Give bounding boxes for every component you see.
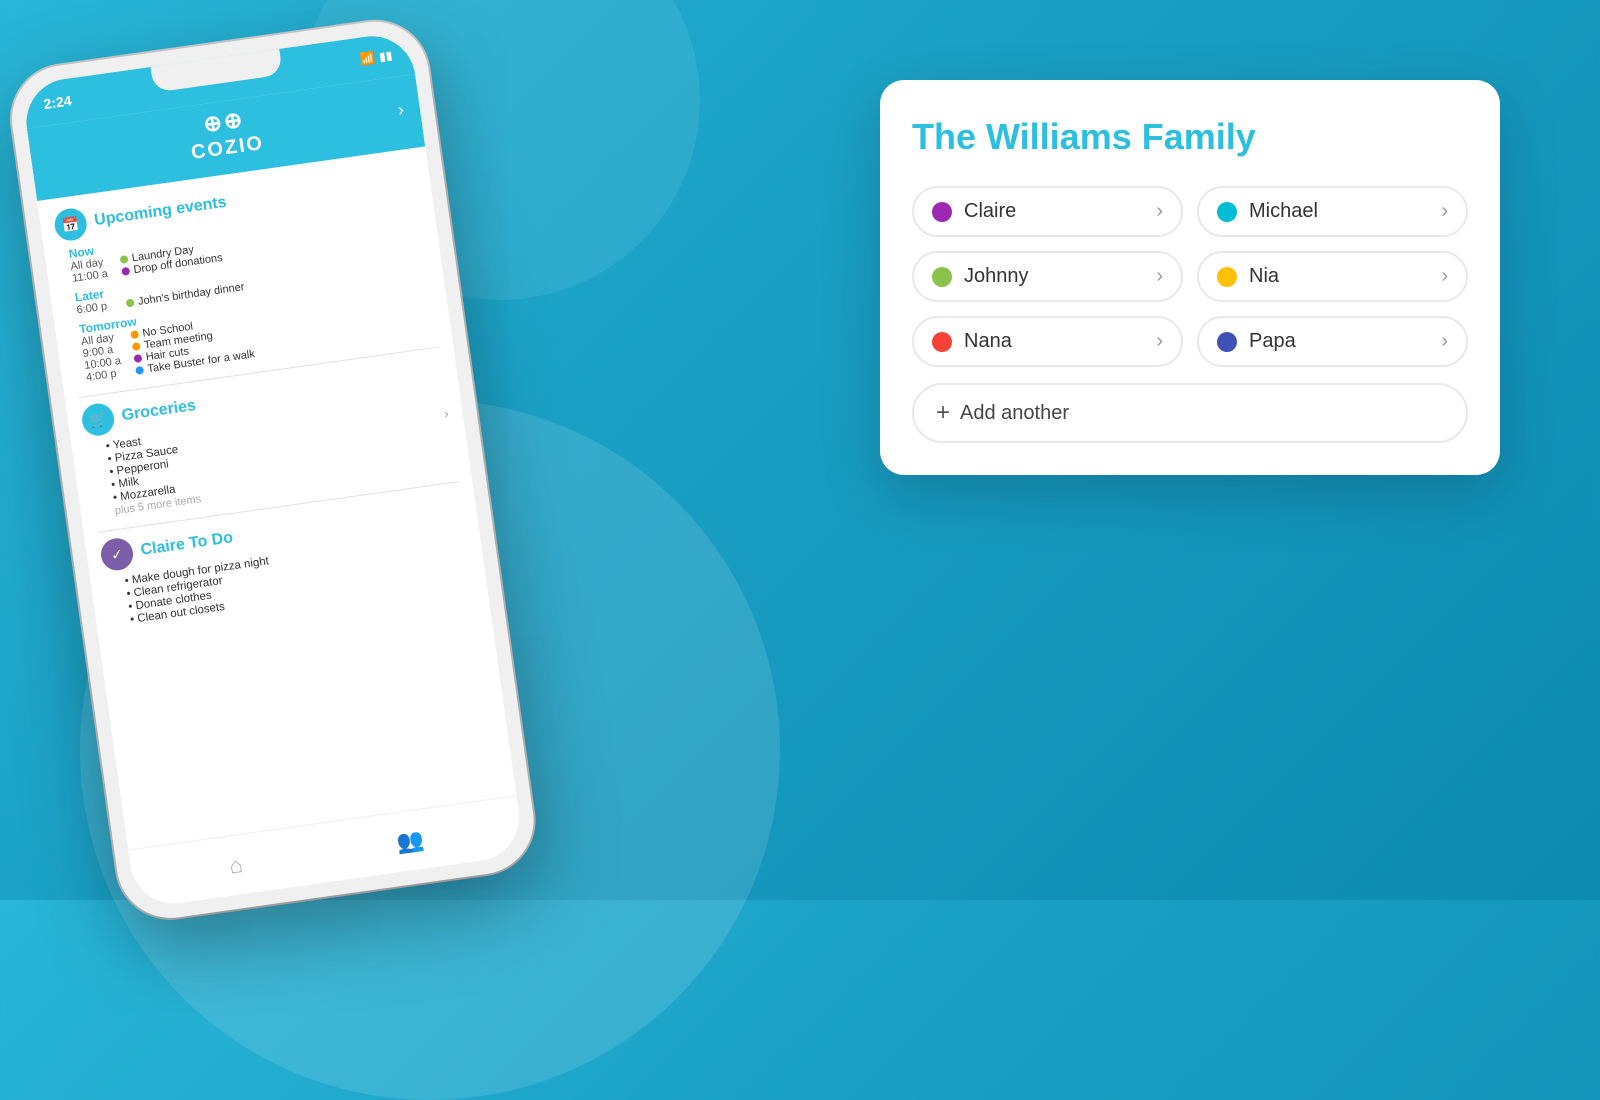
claire-dot — [932, 202, 952, 222]
nana-chevron-icon: › — [1156, 330, 1163, 353]
members-grid: Claire › Michael › Johnny › Nia — [912, 186, 1468, 367]
member-left-claire: Claire — [932, 200, 1016, 223]
cozio-logo: ⊕⊕ COZIO — [186, 104, 266, 165]
phone-notch — [151, 49, 283, 93]
member-btn-claire[interactable]: Claire › — [912, 186, 1183, 237]
member-btn-papa[interactable]: Papa › — [1197, 316, 1468, 367]
plus-icon: + — [936, 399, 950, 427]
todo-icon: ✓ — [99, 536, 135, 572]
papa-name: Papa — [1249, 330, 1296, 353]
add-another-label: Add another — [960, 402, 1069, 425]
buster-dot — [135, 366, 144, 375]
groceries-chevron-icon: › — [443, 404, 450, 420]
events-section: 📅 Upcoming events Now All day 11:00 a — [53, 160, 438, 385]
tomorrow-times: All day 9:00 a 10:00 a 4:00 p — [80, 330, 128, 383]
todo-title: Claire To Do — [140, 529, 235, 560]
meeting-dot — [132, 342, 141, 351]
papa-chevron-icon: › — [1441, 330, 1448, 353]
member-btn-nia[interactable]: Nia › — [1197, 251, 1468, 302]
member-btn-michael[interactable]: Michael › — [1197, 186, 1468, 237]
noschool-dot — [130, 330, 139, 339]
nia-chevron-icon: › — [1441, 265, 1448, 288]
member-left-nana: Nana — [932, 330, 1012, 353]
johnny-dot — [932, 267, 952, 287]
member-left-michael: Michael — [1217, 200, 1318, 223]
michael-chevron-icon: › — [1441, 200, 1448, 223]
status-time: 2:24 — [43, 92, 73, 112]
nia-dot — [1217, 267, 1237, 287]
papa-dot — [1217, 332, 1237, 352]
member-btn-johnny[interactable]: Johnny › — [912, 251, 1183, 302]
events-title: Upcoming events — [93, 194, 228, 230]
groceries-icon: 🛒 — [80, 402, 116, 438]
cozio-icon: ⊕⊕ — [202, 107, 246, 138]
johnny-name: Johnny — [964, 265, 1029, 288]
johnny-chevron-icon: › — [1156, 265, 1163, 288]
family-title: The Williams Family — [912, 116, 1468, 158]
home-nav-icon[interactable]: ⌂ — [228, 851, 245, 879]
cozio-wordmark: COZIO — [190, 132, 266, 165]
groceries-section: 🛒 Groceries • Yeast • Pizza Sauce • Pepp… — [80, 355, 456, 520]
member-left-nia: Nia — [1217, 265, 1279, 288]
laundry-dot — [120, 255, 129, 264]
birthday-dot — [126, 299, 135, 308]
claire-name: Claire — [964, 200, 1016, 223]
battery-icon: ▮▮ — [378, 48, 393, 64]
status-icons: 📶 ▮▮ — [359, 48, 393, 66]
member-left-johnny: Johnny — [932, 265, 1029, 288]
michael-dot — [1217, 202, 1237, 222]
member-btn-nana[interactable]: Nana › — [912, 316, 1183, 367]
michael-name: Michael — [1249, 200, 1318, 223]
wifi-icon: 📶 — [359, 51, 376, 67]
haircuts-dot — [133, 354, 142, 363]
nia-name: Nia — [1249, 265, 1279, 288]
donations-dot — [121, 267, 130, 276]
event-time-allday: All day 11:00 a — [70, 255, 115, 285]
people-nav-icon[interactable]: 👥 — [395, 826, 426, 856]
header-chevron-icon: › — [397, 99, 406, 121]
add-another-button[interactable]: + Add another — [912, 383, 1468, 443]
events-icon: 📅 — [53, 206, 89, 242]
family-card: The Williams Family Claire › Michael › J… — [880, 80, 1500, 475]
nana-name: Nana — [964, 330, 1012, 353]
nana-dot — [932, 332, 952, 352]
phone-content: 📅 Upcoming events Now All day 11:00 a — [37, 146, 524, 906]
groceries-title: Groceries — [121, 397, 197, 425]
claire-chevron-icon: › — [1156, 200, 1163, 223]
member-left-papa: Papa — [1217, 330, 1296, 353]
